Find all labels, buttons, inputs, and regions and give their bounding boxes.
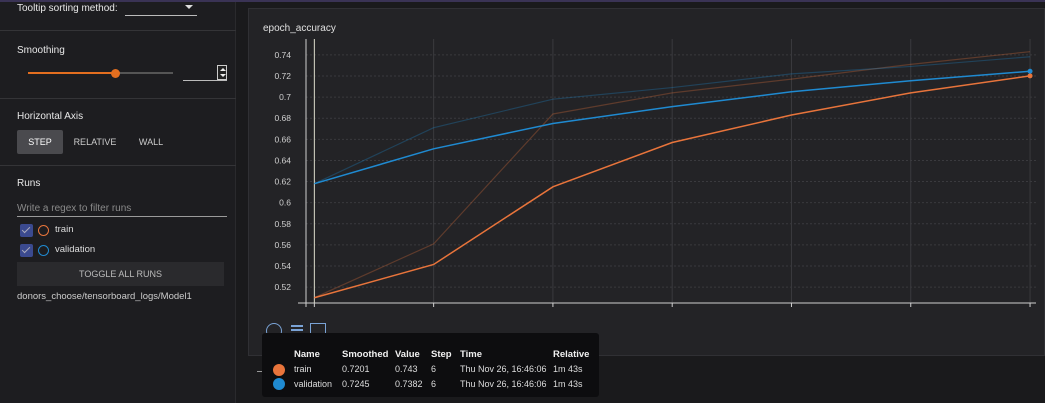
tooltip-header-value: Value bbox=[395, 349, 420, 360]
y-tick-label: 0.62 bbox=[274, 177, 291, 187]
tooltip-row-train-swatch bbox=[273, 364, 285, 376]
run-checkbox-train[interactable] bbox=[20, 224, 33, 237]
y-tick-label: 0.66 bbox=[274, 134, 291, 144]
horizontal-axis-title: Horizontal Axis bbox=[17, 111, 84, 122]
y-tick-label: 0.56 bbox=[274, 240, 291, 250]
run-color-ring-train[interactable] bbox=[38, 225, 49, 236]
y-tick-label: 0.6 bbox=[279, 198, 291, 208]
smoothing-slider-thumb[interactable] bbox=[111, 69, 120, 78]
spinner-down-icon[interactable] bbox=[220, 74, 226, 77]
chart-svg[interactable]: 0.52 0.54 0.56 0.58 0.6 0.62 0.64 0.66 0.68 0.7 0.… bbox=[249, 9, 1045, 357]
chevron-down-icon bbox=[185, 5, 193, 9]
series-endpoint-train bbox=[1027, 73, 1033, 79]
run-color-ring-validation[interactable] bbox=[38, 245, 49, 256]
run-path: donors_choose/tensorboard_logs/Model1 bbox=[17, 291, 192, 302]
tooltip-row-validation-value: 0.7382 bbox=[395, 379, 423, 389]
smoothing-slider[interactable] bbox=[28, 69, 173, 78]
tooltip-row-validation-smoothed: 0.7245 bbox=[342, 379, 370, 389]
smoothing-title: Smoothing bbox=[17, 45, 65, 56]
tooltip-row-validation-name: validation bbox=[294, 379, 333, 389]
tooltip-header-time: Time bbox=[460, 349, 483, 360]
tensorboard-page: Tooltip sorting method: Smoothing Horizo… bbox=[0, 0, 1045, 403]
y-tick-label: 0.54 bbox=[274, 261, 291, 271]
series-endpoint-validation bbox=[1027, 68, 1033, 74]
tooltip-header-step: Step bbox=[431, 349, 452, 360]
chart-card: epoch_accuracy 0.52 0.54 0.56 0.58 0.6 0.62 0.… bbox=[248, 8, 1045, 356]
tooltip-header-relative: Relative bbox=[553, 349, 590, 360]
axis-option-wall[interactable]: WALL bbox=[128, 130, 174, 154]
run-label-validation: validation bbox=[55, 244, 96, 255]
run-checkbox-validation[interactable] bbox=[20, 244, 33, 257]
y-tick-label: 0.64 bbox=[274, 155, 291, 165]
tooltip-row-train-step: 6 bbox=[431, 364, 437, 374]
smoothing-section: Smoothing bbox=[0, 31, 236, 99]
tooltip-row-validation-relative: 1m 43s bbox=[553, 379, 583, 389]
smoothing-spinner[interactable] bbox=[217, 65, 227, 80]
y-tick-label: 0.58 bbox=[274, 219, 291, 229]
tooltip-header-smoothed: Smoothed bbox=[342, 349, 389, 360]
chart-tooltip: Name Smoothed Value Step Time Relative t… bbox=[262, 333, 599, 397]
tooltip-row-validation-step: 6 bbox=[431, 379, 437, 389]
sidebar: Tooltip sorting method: Smoothing Horizo… bbox=[0, 2, 236, 403]
tooltip-sorting-label: Tooltip sorting method: bbox=[17, 3, 118, 14]
smoothing-slider-fill bbox=[28, 72, 115, 74]
y-tick-label: 0.52 bbox=[274, 282, 291, 292]
y-tick-label: 0.68 bbox=[274, 113, 291, 123]
tooltip-row-validation-time: Thu Nov 26, 16:46:06 bbox=[460, 379, 547, 389]
runs-title: Runs bbox=[17, 178, 41, 189]
toggle-all-runs-button[interactable]: TOGGLE ALL RUNS bbox=[17, 262, 224, 286]
spinner-up-icon[interactable] bbox=[220, 68, 226, 71]
tooltip-row-validation-swatch bbox=[273, 378, 285, 390]
tooltip-row-train-relative: 1m 43s bbox=[553, 364, 583, 374]
smoothing-value-input[interactable] bbox=[183, 65, 227, 81]
tooltip-header-name: Name bbox=[294, 349, 320, 360]
tooltip-row-train-smoothed: 0.7201 bbox=[342, 364, 370, 374]
tooltip-row-train-value: 0.743 bbox=[395, 364, 418, 374]
y-tick-label: 0.74 bbox=[274, 50, 291, 60]
tooltip-sorting-section: Tooltip sorting method: bbox=[0, 2, 236, 31]
runs-filter-input[interactable]: Write a regex to filter runs bbox=[17, 201, 227, 217]
axis-option-step[interactable]: STEP bbox=[17, 130, 63, 154]
tooltip-row-train-time: Thu Nov 26, 16:46:06 bbox=[460, 364, 547, 374]
y-tick-label: 0.7 bbox=[279, 92, 291, 102]
axis-option-relative[interactable]: RELATIVE bbox=[70, 130, 120, 154]
y-tick-label: 0.72 bbox=[274, 71, 291, 81]
run-label-train: train bbox=[55, 224, 74, 235]
tooltip-row-train-name: train bbox=[294, 364, 312, 374]
tooltip-sorting-select[interactable] bbox=[125, 2, 197, 16]
